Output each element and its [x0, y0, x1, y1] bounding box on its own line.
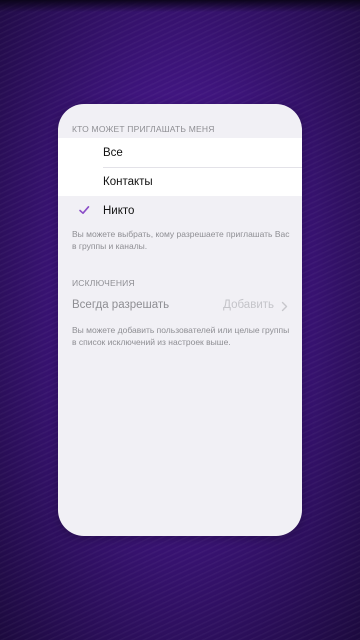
invite-options-group: Все Контакты Никто	[58, 138, 302, 225]
privacy-settings-card: КТО МОЖЕТ ПРИГЛАШАТЬ МЕНЯ Все Контакты Н…	[58, 104, 302, 536]
option-everyone-label: Все	[103, 146, 123, 159]
status-bar-shadow	[0, 0, 360, 12]
always-allow-label: Всегда разрешать	[72, 299, 170, 311]
option-contacts-label: Контакты	[103, 175, 153, 188]
invite-footnote: Вы можете выбрать, кому разрешаете пригл…	[72, 229, 290, 251]
chevron-right-icon	[281, 301, 288, 312]
option-contacts[interactable]: Контакты	[58, 167, 302, 196]
wallpaper-background: КТО МОЖЕТ ПРИГЛАШАТЬ МЕНЯ Все Контакты Н…	[0, 0, 360, 640]
always-allow-row[interactable]: Всегда разрешать Добавить	[58, 293, 302, 319]
exceptions-footnote: Вы можете добавить пользователей или цел…	[72, 325, 290, 347]
exceptions-section-header: ИСКЛЮЧЕНИЯ	[72, 278, 135, 288]
option-nobody-label: Никто	[103, 204, 135, 217]
invite-section-header: КТО МОЖЕТ ПРИГЛАШАТЬ МЕНЯ	[72, 124, 215, 134]
option-everyone[interactable]: Все	[58, 138, 302, 167]
option-nobody[interactable]: Никто	[58, 196, 302, 225]
checkmark-icon	[79, 206, 90, 214]
add-exception-button[interactable]: Добавить	[223, 299, 274, 311]
